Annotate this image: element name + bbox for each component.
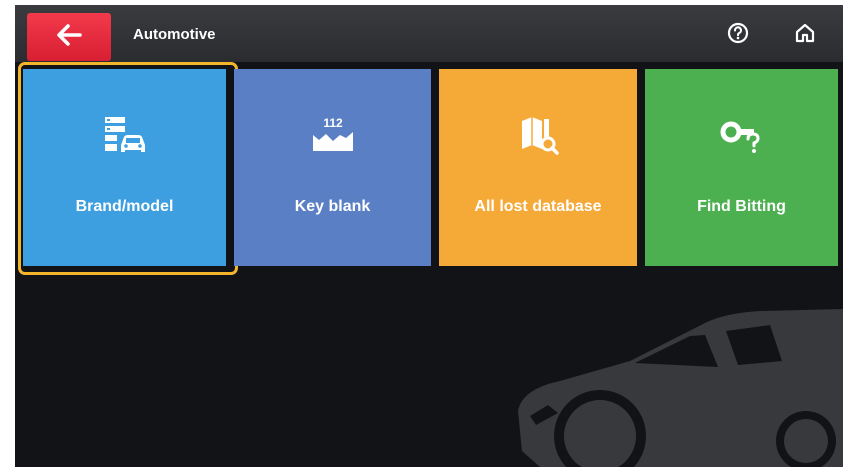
- tile-label: All lost database: [474, 198, 602, 215]
- car-database-icon: [101, 113, 149, 157]
- back-button[interactable]: [27, 13, 111, 61]
- question-circle-icon: [727, 22, 749, 49]
- book-search-icon: [514, 113, 562, 157]
- tile-brand-model[interactable]: Brand/model: [23, 69, 226, 266]
- help-button[interactable]: [724, 21, 752, 49]
- tile-all-lost-database[interactable]: All lost database: [439, 69, 637, 266]
- arrow-left-icon: [56, 23, 82, 51]
- tile-key-blank[interactable]: 112 Key blank: [234, 69, 431, 266]
- key-blank-number: 112: [323, 116, 343, 130]
- home-button[interactable]: [791, 21, 819, 49]
- app-screen: Automotive Brand/model 112 Key blank All…: [15, 5, 843, 467]
- tile-find-bitting[interactable]: Find Bitting: [645, 69, 838, 266]
- tile-label: Find Bitting: [697, 198, 786, 215]
- home-icon: [794, 22, 816, 49]
- tile-label: Key blank: [294, 198, 371, 215]
- tile-label: Brand/model: [75, 198, 174, 215]
- page-title: Automotive: [133, 26, 216, 43]
- key-blank-icon: 112: [309, 113, 357, 157]
- car-silhouette-image: [500, 301, 843, 467]
- key-question-icon: [718, 113, 766, 157]
- top-bar: Automotive: [15, 5, 843, 62]
